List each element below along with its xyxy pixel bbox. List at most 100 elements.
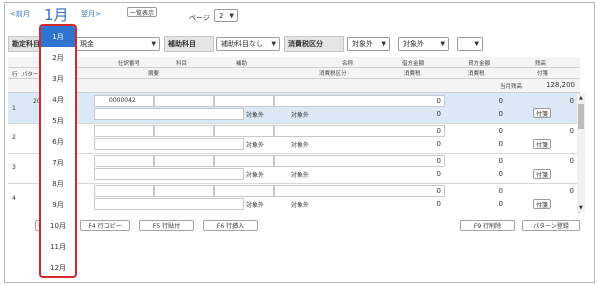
slip-no-field[interactable] (94, 155, 154, 167)
grid-header (8, 57, 580, 93)
credit-amount[interactable]: 0 (475, 187, 503, 195)
memo-button[interactable]: 付箋 (533, 139, 551, 149)
header-row: 行 (12, 72, 18, 78)
header-sub: 補助 (236, 61, 248, 67)
header-divider (8, 67, 580, 68)
slip-no-field[interactable] (94, 125, 154, 137)
copy-row-button[interactable]: F4 行コピー (80, 220, 130, 231)
header-summary: 摘要 (148, 71, 160, 77)
header-debit: 借方金額 (402, 61, 425, 67)
balance-value: 128,200 (546, 81, 575, 89)
header-balance: 残高 (535, 61, 547, 67)
sub-field[interactable] (214, 155, 274, 167)
credit-amount[interactable]: 0 (475, 127, 503, 135)
header-memo: 付箋 (537, 71, 549, 77)
sub-field[interactable] (214, 185, 274, 197)
header-tax-class: 消費税区分 (319, 71, 347, 77)
chevron-down-icon: ▼ (151, 40, 156, 48)
tax-amount-2: 0 (498, 170, 503, 178)
account-select[interactable]: 現金 ▼ (75, 37, 160, 51)
register-pattern-button[interactable]: パターン登録 (522, 220, 580, 231)
debit-amount[interactable]: 0 (410, 157, 441, 165)
tax-class-a: 対象外 (246, 172, 265, 179)
scroll-up-icon[interactable]: ▲ (579, 95, 583, 101)
month-option[interactable]: 2月 (41, 47, 75, 68)
sub-field[interactable] (214, 95, 274, 107)
month-option[interactable]: 8月 (41, 173, 75, 194)
summary-field[interactable] (94, 108, 244, 120)
credit-amount[interactable]: 0 (475, 157, 503, 165)
sub-field[interactable] (214, 125, 274, 137)
month-option[interactable]: 5月 (41, 110, 75, 131)
header-tax-1: 消費税 (404, 71, 421, 77)
summary-field[interactable] (94, 138, 244, 150)
tax-class-a: 対象外 (246, 112, 265, 119)
month-dropdown[interactable]: 1月 2月 3月 4月 5月 6月 7月 8月 9月 10月 11月 12月 (39, 24, 77, 278)
scroll-down-icon[interactable]: ▼ (579, 205, 583, 211)
page-select[interactable]: 2 ▼ (214, 9, 238, 22)
tax-class-b: 対象外 (291, 142, 310, 149)
paste-row-button[interactable]: F5 行貼付 (139, 220, 194, 231)
balance-label: 当月残高 (500, 84, 523, 90)
header-account: 科目 (176, 61, 188, 67)
memo-button[interactable]: 付箋 (533, 199, 551, 209)
tax-class-select-1[interactable]: 対象外 ▼ (347, 37, 390, 51)
month-option[interactable]: 9月 (41, 194, 75, 215)
tax-class-select-2[interactable]: 対象外 ▼ (398, 37, 449, 51)
chevron-down-icon: ▼ (229, 12, 234, 19)
memo-button[interactable]: 付箋 (533, 169, 551, 179)
extra-select[interactable]: ▼ (457, 37, 483, 51)
sub-account-select[interactable]: 補助科目なし ▼ (216, 37, 280, 51)
month-option[interactable]: 6月 (41, 131, 75, 152)
month-option[interactable]: 3月 (41, 68, 75, 89)
tax-amount-1: 0 (436, 200, 441, 208)
balance-amount: 0 (569, 157, 574, 165)
next-month-link[interactable]: 翌月> (81, 9, 101, 19)
delete-row-button[interactable]: F9 行削除 (460, 220, 515, 231)
debit-amount[interactable]: 0 (410, 97, 441, 105)
account-value: 現金 (80, 40, 94, 48)
scrollbar-thumb[interactable] (578, 104, 584, 129)
page-value: 2 (219, 11, 224, 20)
tax-class-a: 対象外 (246, 142, 265, 149)
slip-no-value: 0000042 (109, 97, 136, 104)
account-field[interactable] (154, 95, 214, 107)
balance-amount: 0 (569, 187, 574, 195)
header-name: 名称 (342, 61, 354, 67)
account-field[interactable] (154, 185, 214, 197)
account-field[interactable] (154, 155, 214, 167)
page-label: ページ (189, 14, 210, 22)
account-field[interactable] (154, 125, 214, 137)
prev-month-link[interactable]: <前月 (10, 9, 30, 19)
summary-field[interactable] (94, 168, 244, 180)
grid-scrollbar[interactable] (577, 94, 585, 212)
month-option[interactable]: 12月 (41, 257, 75, 276)
tax-amount-2: 0 (498, 200, 503, 208)
debit-amount[interactable]: 0 (410, 187, 441, 195)
tax-class-b: 対象外 (291, 202, 310, 209)
header-tax-2: 消費税 (468, 71, 485, 77)
memo-button[interactable]: 付箋 (533, 108, 551, 118)
summary-field[interactable] (94, 198, 244, 210)
tax-amount-1: 0 (436, 170, 441, 178)
header-slip-no: 仕訳番号 (118, 61, 141, 67)
chevron-down-icon: ▼ (381, 40, 386, 48)
slip-no-field[interactable] (94, 185, 154, 197)
debit-amount[interactable]: 0 (410, 127, 441, 135)
tax-class-value-1: 対象外 (352, 40, 373, 48)
month-option[interactable]: 11月 (41, 236, 75, 257)
chevron-down-icon: ▼ (474, 40, 479, 48)
insert-row-button[interactable]: F6 行挿入 (203, 220, 258, 231)
month-option[interactable]: 10月 (41, 215, 75, 236)
month-option[interactable]: 1月 (41, 26, 75, 47)
chevron-down-icon: ▼ (271, 40, 276, 48)
month-option[interactable]: 4月 (41, 89, 75, 110)
row-number: 4 (12, 195, 16, 202)
row-number: 2 (12, 134, 16, 141)
balance-amount: 0 (569, 127, 574, 135)
credit-amount[interactable]: 0 (475, 97, 503, 105)
current-month: 1月 (44, 6, 69, 24)
header-divider (8, 78, 580, 79)
month-option[interactable]: 7月 (41, 152, 75, 173)
list-view-button[interactable]: 一覧表示 (127, 7, 157, 17)
